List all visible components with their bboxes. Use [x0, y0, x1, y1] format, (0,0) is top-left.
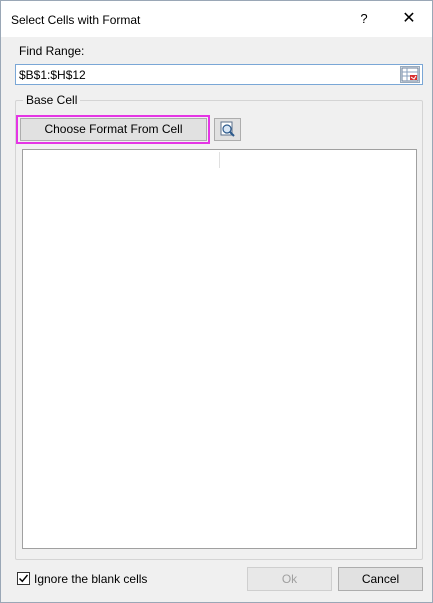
choose-format-from-cell-button[interactable]: Choose Format From Cell — [20, 118, 207, 141]
column-divider — [219, 152, 220, 168]
ignore-blank-label: Ignore the blank cells — [34, 572, 148, 586]
ignore-blank-checkbox[interactable] — [17, 572, 30, 585]
find-range-value: $B$1:$H$12 — [19, 68, 86, 82]
ok-button[interactable]: Ok — [247, 567, 332, 591]
cancel-button[interactable]: Cancel — [338, 567, 423, 591]
title-bar: Select Cells with Format ? ✕ — [1, 1, 432, 37]
range-select-icon[interactable] — [400, 66, 420, 83]
close-button[interactable]: ✕ — [393, 4, 425, 34]
base-cell-group-label: Base Cell — [23, 93, 81, 107]
dialog-title: Select Cells with Format — [11, 13, 141, 27]
select-cells-with-format-dialog: Select Cells with Format ? ✕ Find Range:… — [0, 0, 433, 603]
check-icon — [19, 574, 29, 583]
preview-button[interactable] — [214, 118, 241, 141]
magnifier-icon — [220, 121, 235, 137]
help-button[interactable]: ? — [349, 4, 379, 34]
find-range-input[interactable]: $B$1:$H$12 — [15, 64, 423, 85]
find-range-label: Find Range: — [19, 44, 85, 58]
cell-format-list[interactable] — [22, 149, 417, 549]
